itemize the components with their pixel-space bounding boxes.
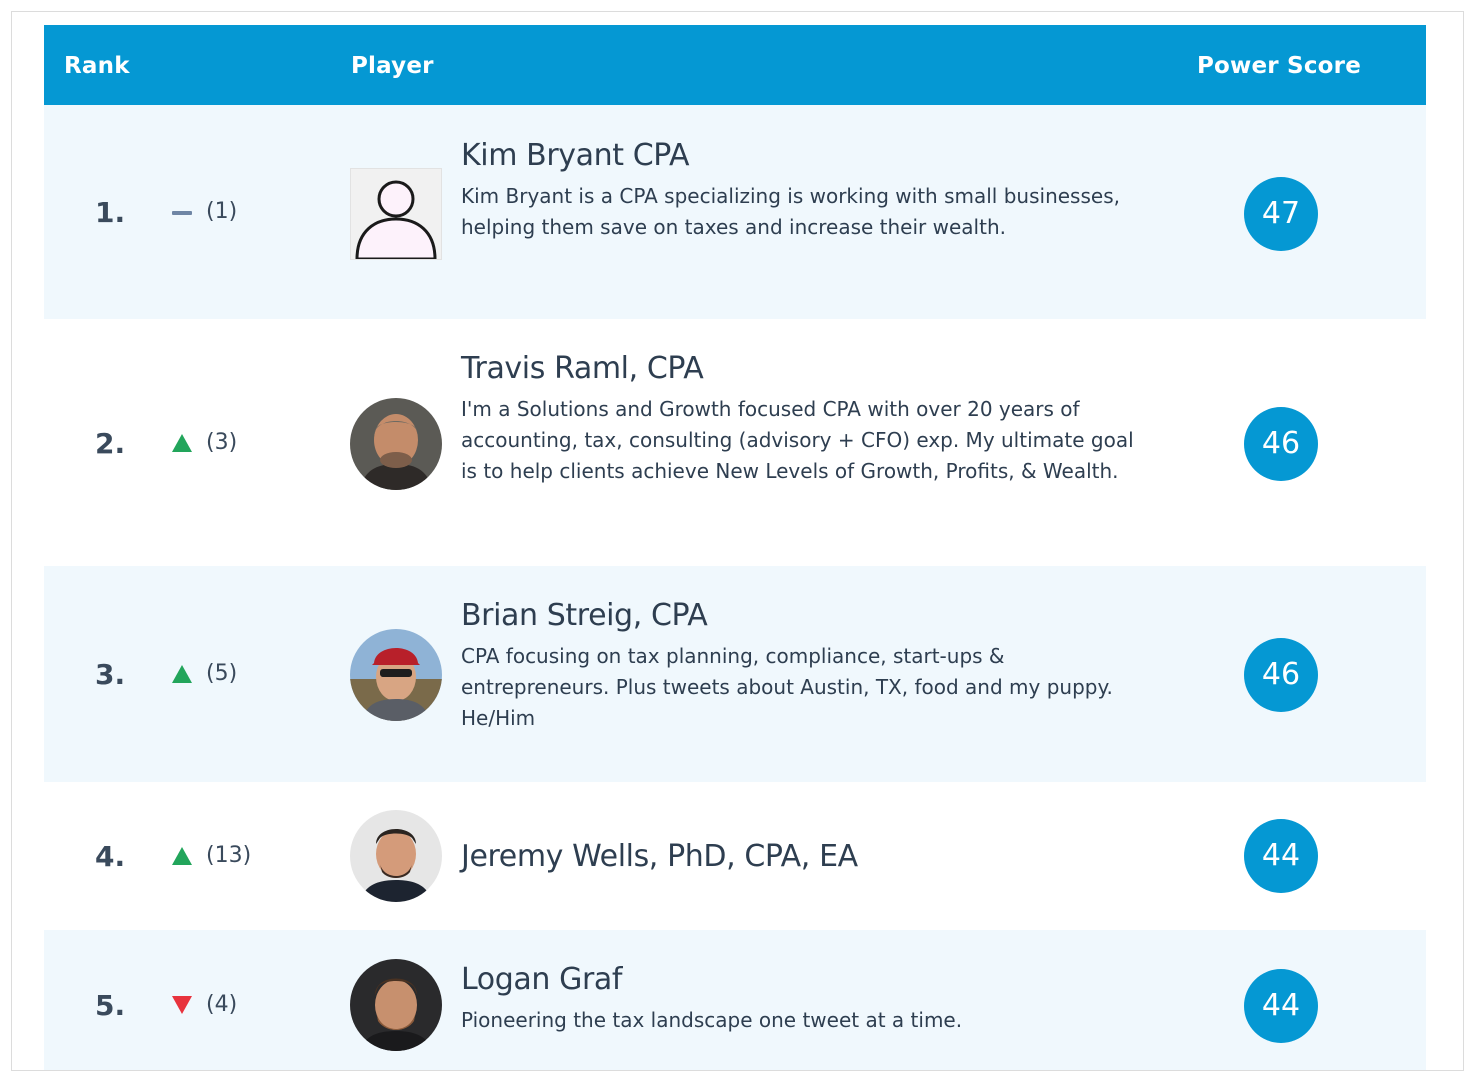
player-column-header[interactable]: Player <box>351 53 434 79</box>
player-info: Logan Graf Pioneering the tax landscape … <box>461 961 1141 1036</box>
previous-rank: (1) <box>206 199 238 224</box>
rank-up-icon <box>171 846 193 866</box>
rank-number: 5. <box>95 989 126 1022</box>
player-bio: CPA focusing on tax planning, compliance… <box>461 644 1113 730</box>
player-info: Jeremy Wells, PhD, CPA, EA <box>461 838 1141 876</box>
power-score-column-header[interactable]: Power Score <box>1197 53 1361 79</box>
player-info: Kim Bryant CPA Kim Bryant is a CPA speci… <box>461 137 1141 243</box>
previous-rank: (4) <box>206 992 238 1017</box>
rank-number: 3. <box>95 658 126 691</box>
table-row[interactable]: 4. (13) Jeremy Wells, PhD, CPA, EA 44 <box>44 782 1426 930</box>
power-score-leaderboard: Rank Player Power Score 1. (1) Kim Bryan… <box>44 25 1426 1070</box>
previous-rank: (3) <box>206 430 238 455</box>
previous-rank: (5) <box>206 661 238 686</box>
player-name[interactable]: Logan Graf <box>461 961 1141 999</box>
rank-number: 4. <box>95 840 126 873</box>
power-score-badge: 44 <box>1244 969 1318 1043</box>
player-info: Brian Streig, CPA CPA focusing on tax pl… <box>461 597 1141 734</box>
rank-up-icon <box>171 433 193 453</box>
table-header: Rank Player Power Score <box>44 25 1426 105</box>
player-bio: Pioneering the tax landscape one tweet a… <box>461 1008 963 1032</box>
player-name[interactable]: Brian Streig, CPA <box>461 597 1141 635</box>
player-bio: Kim Bryant is a CPA specializing is work… <box>461 184 1120 239</box>
power-score-badge: 44 <box>1244 819 1318 893</box>
previous-rank: (13) <box>206 843 252 868</box>
default-user-icon[interactable] <box>350 168 442 260</box>
rank-number: 2. <box>95 427 126 460</box>
table-row[interactable]: 1. (1) Kim Bryant CPA Kim Bryant is a CP… <box>44 105 1426 319</box>
profile-photo[interactable] <box>350 959 442 1051</box>
player-info: Travis Raml, CPA I'm a Solutions and Gro… <box>461 350 1141 487</box>
table-row[interactable]: 5. (4) Logan Graf Pioneering the tax lan… <box>44 930 1426 1070</box>
profile-photo[interactable] <box>350 629 442 721</box>
rank-unchanged-icon <box>171 203 193 223</box>
rank-column-header[interactable]: Rank <box>64 53 130 79</box>
player-name[interactable]: Travis Raml, CPA <box>461 350 1141 388</box>
player-name[interactable]: Kim Bryant CPA <box>461 137 1141 175</box>
rank-number: 1. <box>95 196 126 229</box>
player-bio: I'm a Solutions and Growth focused CPA w… <box>461 397 1134 483</box>
rank-up-icon <box>171 664 193 684</box>
power-score-badge: 46 <box>1244 407 1318 481</box>
table-row[interactable]: 2. (3) Travis Raml, CPA I'm a Solutions … <box>44 319 1426 566</box>
player-name[interactable]: Jeremy Wells, PhD, CPA, EA <box>461 838 1141 876</box>
power-score-badge: 46 <box>1244 638 1318 712</box>
power-score-badge: 47 <box>1244 177 1318 251</box>
table-row[interactable]: 3. (5) Brian Streig, CPA CPA focusing on… <box>44 566 1426 782</box>
profile-photo[interactable] <box>350 810 442 902</box>
profile-photo[interactable] <box>350 398 442 490</box>
rank-down-icon <box>171 995 193 1015</box>
